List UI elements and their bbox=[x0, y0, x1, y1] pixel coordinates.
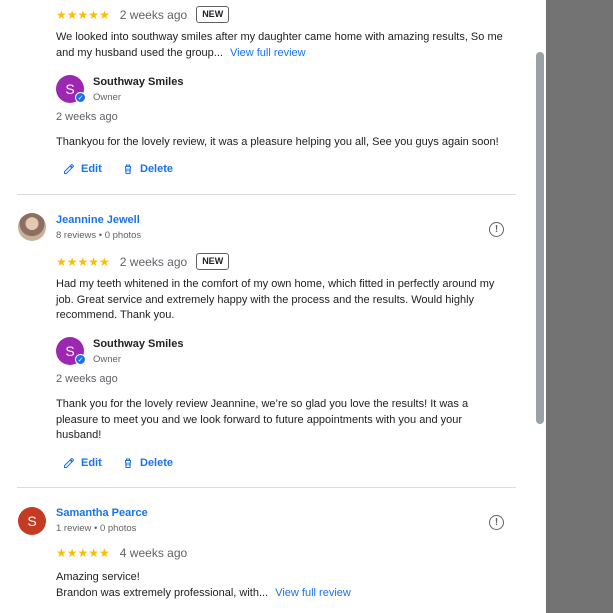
pencil-icon bbox=[64, 458, 74, 468]
delete-reply-button[interactable]: Delete bbox=[122, 457, 173, 469]
reviewer-meta: 8 reviews • 0 photos bbox=[56, 230, 142, 241]
owner-reply-time: 2 weeks ago bbox=[56, 373, 118, 385]
view-full-review-link[interactable]: View full review bbox=[230, 47, 306, 59]
star-rating: ★★★★★ bbox=[56, 546, 110, 560]
owner-name: Southway Smiles bbox=[93, 76, 184, 88]
edit-label: Edit bbox=[81, 163, 102, 175]
review3-text: Amazing service! Brandon was extremely p… bbox=[56, 570, 526, 601]
reply-text-line: husband! bbox=[56, 429, 102, 441]
delete-reply-button[interactable]: Delete bbox=[122, 163, 173, 175]
owner-avatar-initial: S bbox=[65, 81, 75, 97]
view-full-review-link[interactable]: View full review bbox=[275, 587, 351, 599]
review-date: 2 weeks ago bbox=[119, 254, 188, 269]
owner-role: Owner bbox=[93, 354, 121, 365]
divider bbox=[17, 194, 516, 195]
flag-glyph: ! bbox=[494, 517, 499, 528]
reply-text-line: Thank you for the lovely review Jeannine… bbox=[56, 398, 469, 410]
reviewer-name[interactable]: Samantha Pearce bbox=[56, 507, 148, 519]
verified-check-icon: ✓ bbox=[75, 354, 86, 365]
new-badge: NEW bbox=[196, 6, 230, 23]
trash-icon bbox=[125, 164, 131, 174]
background-overlay bbox=[546, 0, 613, 613]
reviewer-name[interactable]: Jeannine Jewell bbox=[56, 214, 140, 226]
delete-label: Delete bbox=[140, 457, 174, 469]
divider bbox=[17, 487, 516, 488]
review-date: 2 weeks ago bbox=[119, 7, 188, 22]
reviews-panel: ★★★★★ 2 weeks ago NEW We looked into sou… bbox=[0, 0, 546, 613]
scrollbar-thumb[interactable] bbox=[536, 52, 544, 424]
owner-avatar-initial: S bbox=[65, 343, 75, 359]
flag-report-icon[interactable]: ! bbox=[489, 222, 504, 237]
review-text-line: Brandon was extremely professional, with… bbox=[56, 586, 269, 599]
review3-rating-row: ★★★★★ 4 weeks ago bbox=[56, 546, 187, 560]
verified-check-icon: ✓ bbox=[75, 92, 86, 103]
star-rating: ★★★★★ bbox=[56, 254, 110, 269]
flag-glyph: ! bbox=[494, 224, 499, 235]
reviewer-avatar[interactable] bbox=[18, 213, 46, 241]
review2-rating-row: ★★★★★ 2 weeks ago NEW bbox=[56, 253, 230, 270]
edit-reply-button[interactable]: Edit bbox=[63, 163, 102, 175]
trash-icon bbox=[125, 458, 131, 468]
reviewer-meta: 1 review • 0 photos bbox=[56, 523, 137, 534]
reviewer-avatar-initial: S bbox=[27, 513, 37, 529]
delete-label: Delete bbox=[140, 163, 174, 175]
review-text-line: Amazing service! bbox=[56, 571, 140, 583]
owner-reply-text: Thank you for the lovely review Jeannine… bbox=[56, 397, 526, 444]
owner-role: Owner bbox=[93, 92, 121, 103]
star-rating: ★★★★★ bbox=[56, 7, 110, 22]
review-text-line: recommend. Thank you. bbox=[56, 309, 175, 321]
review-text-line: job. Great service and extremely happy w… bbox=[56, 293, 475, 306]
edit-reply-button[interactable]: Edit bbox=[63, 457, 102, 469]
owner-reply-time: 2 weeks ago bbox=[56, 111, 118, 123]
reply-text-line: pleasure to meet you and we look forward… bbox=[56, 413, 463, 426]
reviewer-avatar[interactable]: S bbox=[18, 507, 46, 535]
review1-rating-row: ★★★★★ 2 weeks ago NEW bbox=[56, 6, 230, 23]
review1-text: We looked into southway smiles after my … bbox=[56, 30, 524, 61]
edit-label: Edit bbox=[81, 457, 102, 469]
review-date: 4 weeks ago bbox=[119, 546, 188, 560]
owner-name: Southway Smiles bbox=[93, 338, 184, 350]
review2-text: Had my teeth whitened in the comfort of … bbox=[56, 277, 526, 324]
pencil-icon bbox=[64, 164, 74, 174]
new-badge: NEW bbox=[196, 253, 230, 270]
review-text-line: Had my teeth whitened in the comfort of … bbox=[56, 278, 495, 290]
owner-reply-text: Thankyou for the lovely review, it was a… bbox=[56, 136, 499, 148]
flag-report-icon[interactable]: ! bbox=[489, 515, 504, 530]
